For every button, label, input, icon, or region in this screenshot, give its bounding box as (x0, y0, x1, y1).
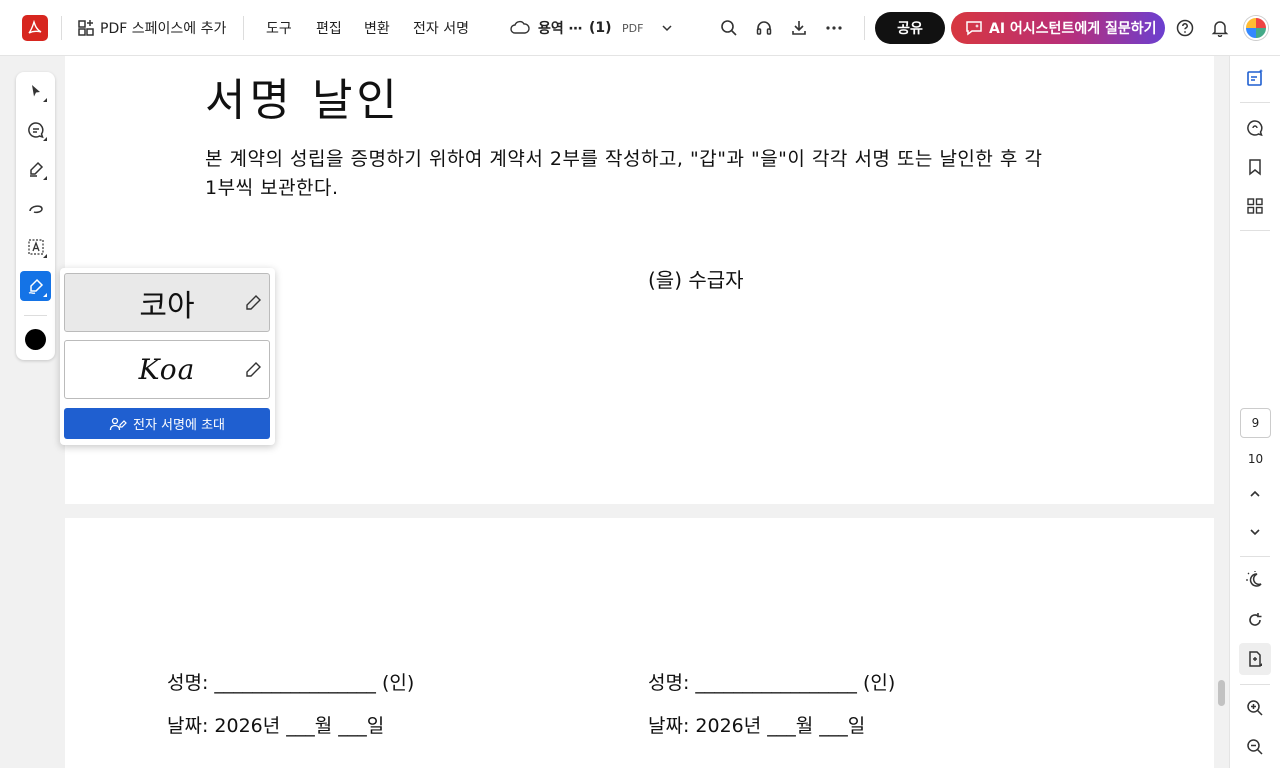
menu-tools[interactable]: 도구 (266, 0, 292, 56)
cloud-icon (508, 16, 532, 40)
bookmark-icon[interactable] (1243, 155, 1267, 179)
highlight-tool-button[interactable] (20, 154, 51, 184)
annotation-tool-rail (16, 72, 55, 360)
download-icon[interactable] (787, 16, 811, 40)
ai-assistant-label: AI 어시스턴트에게 질문하기 (989, 21, 1157, 37)
more-options-icon[interactable] (822, 16, 846, 40)
right-date-field[interactable]: 날짜: 2026년 ___월 ___일 (648, 711, 865, 738)
divider (243, 16, 244, 40)
comment-tool-button[interactable] (20, 115, 51, 145)
edit-pencil-icon[interactable] (243, 293, 263, 313)
divider (24, 315, 47, 316)
menu-convert[interactable]: 변환 (364, 0, 390, 56)
menu-edit[interactable]: 편집 (316, 0, 342, 56)
divider (1240, 230, 1270, 231)
headphones-icon[interactable] (752, 16, 776, 40)
text-tool-button[interactable] (20, 232, 51, 262)
signature-picker-popup: 코아 Koa 전자 서명에 초대 (60, 268, 275, 445)
sign-tool-button[interactable] (20, 271, 51, 301)
ai-assistant-button[interactable]: AI 어시스턴트에게 질문하기 (951, 12, 1165, 44)
divider (1240, 684, 1270, 685)
section-heading: 서명 날인 (205, 75, 401, 126)
invite-label: 전자 서명에 초대 (133, 418, 225, 433)
pen-sign-icon (28, 278, 43, 294)
right-sidebar: 9 10 (1229, 56, 1280, 768)
divider (864, 16, 865, 40)
file-name[interactable]: 용역 ⋯ (538, 0, 583, 56)
invite-to-sign-button[interactable]: 전자 서명에 초대 (64, 408, 270, 439)
comment-icon (27, 122, 44, 139)
select-tool-button[interactable] (20, 76, 51, 106)
vertical-scrollbar-thumb[interactable] (1218, 680, 1225, 706)
chevron-down-icon[interactable] (655, 16, 679, 40)
rotate-icon[interactable] (1243, 608, 1267, 632)
cursor-icon (31, 85, 40, 97)
ai-summary-icon[interactable] (1243, 66, 1267, 90)
left-name-field[interactable]: 성명: _________________ (인) (167, 668, 414, 695)
zoom-in-icon[interactable] (1243, 696, 1267, 720)
highlighter-icon (29, 161, 43, 177)
divider (61, 16, 62, 40)
divider (1240, 556, 1270, 557)
add-to-space-button[interactable]: PDF 스페이스에 추가 (100, 0, 226, 56)
top-toolbar: PDF 스페이스에 추가 도구 편집 변환 전자 서명 용역 ⋯ (1) PDF… (0, 0, 1280, 56)
signature-option-1[interactable]: 코아 (64, 273, 270, 332)
help-icon[interactable] (1173, 16, 1197, 40)
acrobat-logo-icon[interactable] (22, 15, 48, 41)
user-avatar[interactable] (1244, 16, 1268, 40)
total-pages: 10 (1247, 452, 1264, 466)
right-name-field[interactable]: 성명: _________________ (인) (648, 668, 895, 695)
night-mode-icon[interactable] (1243, 568, 1267, 592)
signature-text: Koa (138, 353, 196, 386)
signature-option-2[interactable]: Koa (64, 340, 270, 399)
add-to-space-icon[interactable] (74, 16, 98, 40)
current-page-input[interactable]: 9 (1240, 408, 1271, 438)
bell-icon[interactable] (1208, 16, 1232, 40)
divider (1240, 102, 1270, 103)
signature-text: 코아 (139, 288, 195, 324)
text-box-icon (27, 239, 44, 255)
comments-panel-icon[interactable] (1243, 116, 1267, 140)
chevron-down-icon[interactable] (1243, 520, 1267, 544)
zoom-out-icon[interactable] (1243, 735, 1267, 759)
invite-people-icon (109, 417, 127, 430)
page-tools-icon[interactable] (1243, 647, 1267, 671)
ai-chat-icon (966, 21, 982, 36)
thumbnails-grid-icon[interactable] (1243, 194, 1267, 218)
draw-tool-button[interactable] (20, 193, 51, 223)
file-type-badge: PDF (622, 21, 644, 35)
party-label: (을) 수급자 (648, 268, 744, 292)
file-name-suffix: (1) (589, 20, 612, 36)
edit-pencil-icon[interactable] (243, 360, 263, 380)
color-picker[interactable] (25, 329, 46, 350)
left-date-field[interactable]: 날짜: 2026년 ___월 ___일 (167, 711, 384, 738)
freehand-icon (28, 205, 43, 214)
menu-e-sign[interactable]: 전자 서명 (413, 0, 469, 56)
chevron-up-icon[interactable] (1243, 482, 1267, 506)
share-button[interactable]: 공유 (875, 12, 945, 44)
search-icon[interactable] (717, 16, 741, 40)
contract-paragraph: 본 계약의 성립을 증명하기 위하여 계약서 2부를 작성하고, "갑"과 "을… (205, 148, 1043, 199)
